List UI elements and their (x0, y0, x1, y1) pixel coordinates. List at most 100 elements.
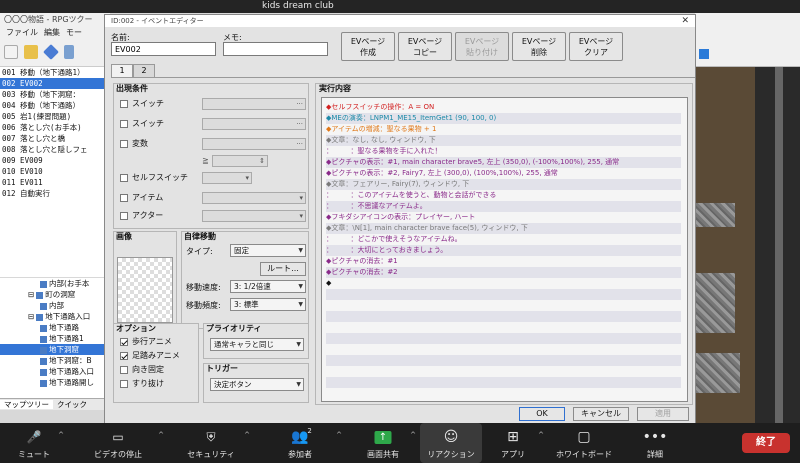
stepping-anim-checkbox[interactable] (120, 352, 128, 360)
command-line[interactable]: ◆文章：フェアリー, Fairy(7), ウィンドウ, 下 (326, 179, 681, 190)
caret-up-icon[interactable]: ^ (58, 431, 64, 439)
variable-field[interactable]: ··· (202, 138, 306, 150)
copy-page-button[interactable]: EVページ コピー (398, 32, 452, 61)
tree-item[interactable]: 地下洞窟 (0, 344, 109, 355)
caret-up-icon[interactable]: ^ (336, 431, 342, 439)
zoom-participants-button[interactable]: 👥 2 参加者 ^ (254, 423, 346, 463)
clear-page-button[interactable]: EVページ クリア (569, 32, 623, 61)
ok-button[interactable]: OK (519, 407, 565, 421)
caret-up-icon[interactable]: ^ (538, 431, 544, 439)
tree-item[interactable]: 内部 (0, 300, 109, 311)
event-list-item[interactable]: 005 岩1(練習問題) (0, 111, 109, 122)
zoom-video-camera-button[interactable]: ▭ ビデオの停止 ^ (68, 423, 168, 463)
self-switch-select[interactable]: ▾ (202, 172, 252, 184)
zoom-whiteboard-button[interactable]: ▢ ホワイトボード (548, 423, 620, 463)
variable-value-spinner[interactable]: ⇕ (212, 155, 268, 167)
caret-up-icon[interactable]: ^ (158, 431, 164, 439)
tab-page-1[interactable]: 1 (111, 64, 133, 77)
zoom-apps-button[interactable]: ⊞ アプリ ^ (478, 423, 548, 463)
command-line[interactable]: ： ：不思議なアイテムよ。 (326, 201, 681, 212)
command-line[interactable]: ： ：聖なる果物を手に入れた！ (326, 146, 681, 157)
tree-toggle-icon[interactable]: ⊟ (28, 312, 34, 321)
tree-item[interactable]: 内部(お手本 (0, 278, 109, 289)
zoom-security-shield-button[interactable]: ⛨ セキュリティ ^ (168, 423, 254, 463)
delete-page-button[interactable]: EVページ 削除 (512, 32, 566, 61)
zoom-microphone-button[interactable]: 🎤 ミュート ^ (0, 423, 68, 463)
menu-edit[interactable]: 編集 (44, 28, 60, 37)
direction-fix-checkbox[interactable] (120, 366, 128, 374)
cancel-button[interactable]: キャンセル (573, 407, 629, 421)
switch2-checkbox[interactable] (120, 120, 128, 128)
self-switch-checkbox[interactable] (120, 174, 128, 182)
tree-item[interactable]: 地下通路 (0, 322, 109, 333)
through-checkbox[interactable] (120, 380, 128, 388)
switch1-field[interactable]: ··· (202, 98, 306, 110)
tab-quick[interactable]: クイック (53, 400, 91, 409)
command-line[interactable]: ◆MEの演奏：LNPM1_ME15_ItemGet1 (90, 100, 0) (326, 113, 681, 124)
menu-file[interactable]: ファイル (6, 28, 38, 37)
command-line[interactable]: ◆ (326, 278, 681, 289)
caret-up-icon[interactable]: ^ (244, 431, 250, 439)
apply-button[interactable]: 適用 (637, 407, 689, 421)
tree-item[interactable]: 地下通路開し (0, 377, 109, 388)
command-list[interactable]: ◆セルフスイッチの操作：A = ON ◆MEの演奏：LNPM1_ME15_Item… (321, 97, 688, 402)
tab-page-2[interactable]: 2 (133, 64, 155, 77)
zoom-share-screen-button[interactable]: ↑ 画面共有 ^ (346, 423, 420, 463)
switch1-checkbox[interactable] (120, 100, 128, 108)
new-project-icon[interactable] (4, 45, 18, 59)
tree-item[interactable]: ⊟ 町の洞窟 (0, 289, 109, 300)
name-field[interactable]: EV002 (111, 42, 216, 56)
memo-field[interactable] (223, 42, 328, 56)
play-icon[interactable] (699, 49, 709, 59)
event-list-item[interactable]: 010 EV010 (0, 166, 109, 177)
event-list-item[interactable]: 002 EV002 (0, 78, 109, 89)
cut-icon[interactable] (64, 45, 74, 59)
tree-item[interactable]: 地下通路1 (0, 333, 109, 344)
variable-checkbox[interactable] (120, 140, 128, 148)
command-line[interactable]: ◆フキダシアイコンの表示：プレイヤー, ハート (326, 212, 681, 223)
route-button[interactable]: ルート... (260, 262, 306, 276)
command-line[interactable]: ： ：どこかで使えそうなアイテムね。 (326, 234, 681, 245)
actor-checkbox[interactable] (120, 212, 128, 220)
trigger-select[interactable]: 決定ボタン ▼ (210, 378, 304, 391)
dialog-close-icon[interactable]: ✕ (681, 15, 689, 27)
walking-anim-checkbox[interactable] (120, 338, 128, 346)
save-icon[interactable] (43, 44, 59, 60)
event-list-item[interactable]: 011 EV011 (0, 177, 109, 188)
command-line[interactable]: ： ：大切にとっておきましょう。 (326, 245, 681, 256)
caret-up-icon[interactable]: ^ (410, 431, 416, 439)
menu-mode[interactable]: モー (66, 28, 82, 37)
event-list-item[interactable]: 001 移動（地下通路1） (0, 67, 109, 78)
event-list-item[interactable]: 012 自動実行 (0, 188, 109, 199)
map-view[interactable] (695, 13, 800, 423)
command-line[interactable]: ◆文章：\N[1], main character brave face(5),… (326, 223, 681, 234)
event-list-item[interactable]: 006 落とし穴(お手本) (0, 122, 109, 133)
frequency-select[interactable]: 3: 標準 ▼ (230, 298, 306, 311)
speed-select[interactable]: 3: 1/2倍速 ▼ (230, 280, 306, 293)
event-list-item[interactable]: 007 落とし穴と橋 (0, 133, 109, 144)
zoom-more-dots-button[interactable]: ••• 詳細 (620, 423, 690, 463)
type-select[interactable]: 固定 ▼ (230, 244, 306, 257)
tree-item[interactable]: ⊟ 地下通路入口 (0, 311, 109, 322)
item-select[interactable]: ▾ (202, 192, 306, 204)
tree-toggle-icon[interactable]: ⊟ (28, 290, 34, 299)
event-graphic[interactable] (117, 257, 173, 323)
priority-select[interactable]: 通常キャラと同じ ▼ (210, 338, 304, 351)
event-list-item[interactable]: 004 移動（地下通路） (0, 100, 109, 111)
event-list-item[interactable]: 003 移動（地下洞窟： (0, 89, 109, 100)
paste-page-button[interactable]: EVページ 貼り付け (455, 32, 509, 61)
open-folder-icon[interactable] (24, 45, 38, 59)
command-line[interactable]: ◆ピクチャの表示：#1, main character brave5, 左上 (… (326, 157, 681, 168)
tree-item[interactable]: 地下通路入口 (0, 366, 109, 377)
command-line[interactable]: ： ：このアイテムを使うと、動物と会話ができる (326, 190, 681, 201)
command-line[interactable]: ◆ピクチャの消去：#2 (326, 267, 681, 278)
tree-item[interactable]: 地下洞窟：B (0, 355, 109, 366)
command-line[interactable]: ◆アイテムの増減：聖なる果物 + 1 (326, 124, 681, 135)
event-list-item[interactable]: 008 落とし穴と隠しフェ (0, 144, 109, 155)
item-checkbox[interactable] (120, 194, 128, 202)
create-page-button[interactable]: EVページ 作成 (341, 32, 395, 61)
command-line[interactable]: ◆文章：なし, なし, ウィンドウ, 下 (326, 135, 681, 146)
end-meeting-button[interactable]: 終了 (742, 433, 790, 453)
zoom-reaction-button[interactable]: ☺ リアクション (420, 423, 482, 463)
command-line[interactable]: ◆ピクチャの消去：#1 (326, 256, 681, 267)
